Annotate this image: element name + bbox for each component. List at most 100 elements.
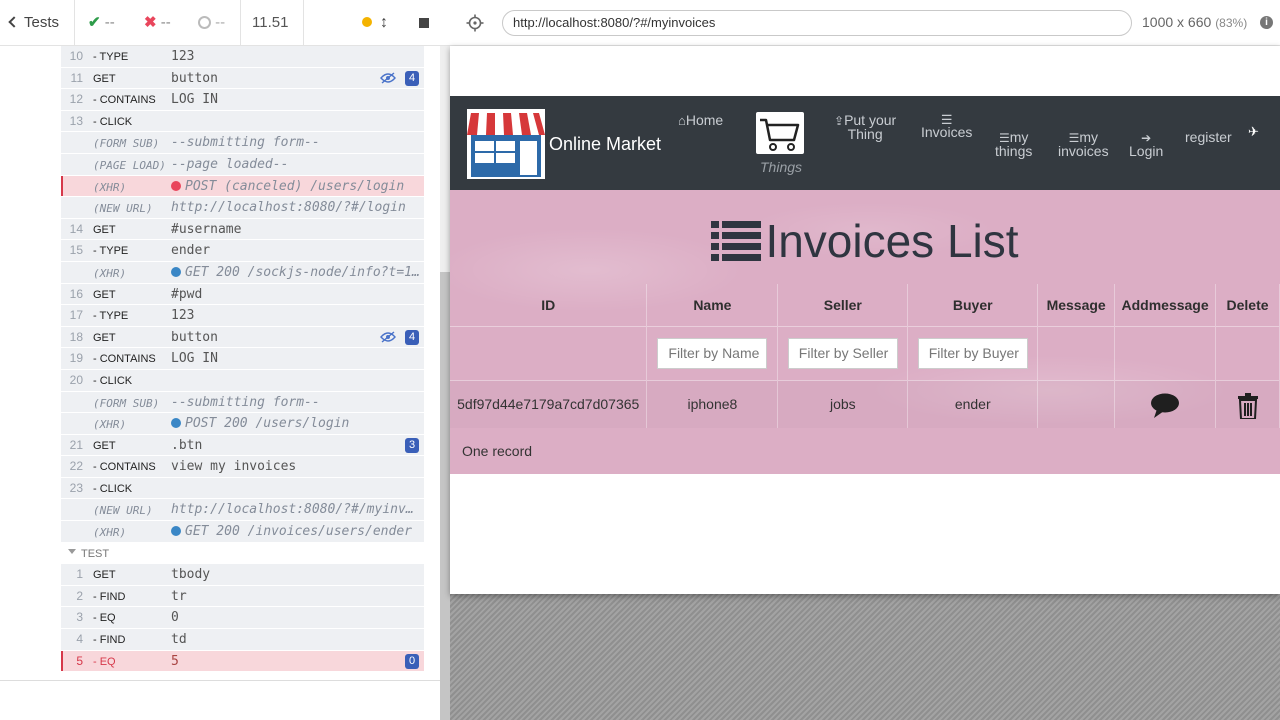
command-message-text: ender: [171, 243, 211, 259]
aut-background: [450, 594, 1280, 720]
command-row[interactable]: 21 GET .btn 3: [61, 434, 424, 457]
command-row[interactable]: 2 - FIND tr: [61, 585, 424, 608]
things-cart-button[interactable]: [756, 112, 804, 154]
command-row[interactable]: 23 - CLICK: [61, 477, 424, 500]
filter-name-input[interactable]: [657, 337, 768, 369]
command-message: --submitting form--: [171, 395, 421, 410]
element-count-badge: 3: [405, 437, 419, 453]
command-name: (XHR): [93, 180, 127, 194]
viewport-size: 1000 x 660: [1142, 14, 1212, 30]
invoices-table: ID Name Seller Buyer Message Addmessage …: [450, 284, 1280, 428]
command-message: 0: [171, 610, 421, 625]
auto-scroll-toggle-icon[interactable]: ↕: [380, 0, 388, 46]
col-header-id[interactable]: ID: [450, 284, 648, 326]
eye-slash-icon: [380, 72, 396, 84]
home-icon: ⌂: [678, 113, 686, 128]
table-header-row: ID Name Seller Buyer Message Addmessage …: [450, 284, 1280, 326]
nav-put-line2: Thing: [847, 126, 883, 142]
command-row[interactable]: 12 - CONTAINS LOG IN: [61, 89, 424, 111]
command-message: 5: [171, 654, 421, 669]
command-event-row[interactable]: (NEW URL) http://localhost:8080/?#/login: [61, 197, 424, 219]
chevron-left-icon: [8, 16, 20, 28]
command-row[interactable]: 20 - CLICK: [61, 369, 424, 392]
command-row[interactable]: 18 GET button 4: [61, 326, 424, 349]
info-icon[interactable]: i: [1260, 16, 1273, 29]
x-icon: ✖: [144, 14, 157, 31]
command-row[interactable]: 19 - CONTAINS LOG IN: [61, 348, 424, 370]
nav-my-things-line2: things: [995, 143, 1033, 159]
upload-icon: ⇪: [834, 114, 845, 128]
command-number: 21: [69, 437, 83, 452]
col-header-addmessage[interactable]: Addmessage: [1114, 284, 1217, 326]
test-section-label[interactable]: TEST: [61, 542, 424, 565]
command-row[interactable]: 16 GET #pwd: [61, 283, 424, 306]
col-header-buyer[interactable]: Buyer: [907, 284, 1039, 326]
command-row[interactable]: 4 - FIND td: [61, 629, 424, 651]
shop-logo-icon[interactable]: [467, 109, 545, 179]
nav-login[interactable]: ➔ Login: [1129, 131, 1163, 159]
col-header-delete[interactable]: Delete: [1215, 284, 1280, 326]
comment-icon[interactable]: [1150, 393, 1180, 419]
nav-home-label: Home: [685, 112, 724, 128]
filter-seller-input[interactable]: [787, 337, 898, 369]
trash-icon[interactable]: [1237, 393, 1259, 421]
nav-invoices[interactable]: ☰ Invoices: [921, 113, 972, 139]
filter-buyer-input[interactable]: [917, 337, 1028, 369]
command-row[interactable]: 11 GET button 4: [61, 67, 424, 90]
element-count-badge: 0: [405, 653, 419, 669]
pin-icon[interactable]: ✈: [1248, 125, 1259, 138]
filter-row: [450, 325, 1280, 380]
command-name: - CLICK: [93, 115, 133, 128]
selector-playground-icon[interactable]: [466, 14, 484, 37]
command-event-row[interactable]: (XHR) GET 200 /invoices/users/ender: [61, 521, 424, 543]
command-row[interactable]: 15 - TYPE ender: [61, 240, 424, 262]
command-message-text: view my invoices: [171, 459, 297, 475]
nav-my-things[interactable]: ☰my things: [995, 130, 1033, 159]
command-number: 1: [76, 567, 83, 582]
url-bar[interactable]: http://localhost:8080/?#/myinvoices: [502, 10, 1132, 36]
back-to-tests-button[interactable]: Tests: [8, 0, 59, 46]
command-row[interactable]: 3 - EQ 0: [61, 607, 424, 630]
command-message: POST (canceled) /users/login: [171, 179, 421, 194]
command-message: 123: [171, 49, 421, 64]
command-name: - FIND: [93, 590, 126, 603]
command-name: - CONTAINS: [93, 353, 156, 366]
brand-name[interactable]: Online Market: [549, 134, 661, 155]
col-header-seller[interactable]: Seller: [777, 284, 909, 326]
command-row[interactable]: 14 GET #username: [61, 218, 424, 241]
nav-home[interactable]: ⌂Home: [678, 112, 724, 128]
command-row[interactable]: 17 - TYPE 123: [61, 305, 424, 327]
command-message-text: --submitting form--: [171, 394, 320, 410]
command-row[interactable]: 10 - TYPE 123: [61, 46, 424, 68]
command-row[interactable]: 1 GET tbody: [61, 564, 424, 586]
command-number: 12: [69, 92, 83, 107]
reporter-scroll-thumb[interactable]: [440, 272, 450, 720]
nav-put-thing[interactable]: ⇪Put your Thing: [834, 113, 896, 142]
hook-commands: 10 - TYPE 123 11 GET button 4 12 - CONTAINS LOG I…: [61, 46, 424, 543]
command-row[interactable]: 22 - CONTAINS view my invoices: [61, 456, 424, 478]
command-row[interactable]: 5 - EQ 5 0: [61, 650, 424, 673]
command-event-row[interactable]: (FORM SUB) --submitting form--: [61, 132, 424, 154]
command-event-row[interactable]: (XHR) POST 200 /users/login: [61, 413, 424, 435]
command-event-row[interactable]: (NEW URL) http://localhost:8080/?#/myinvo…: [61, 499, 424, 522]
command-event-row[interactable]: (PAGE LOAD) --page loaded--: [61, 153, 424, 176]
command-number: 10: [69, 49, 83, 63]
command-name: (NEW URL): [93, 202, 153, 216]
stop-button[interactable]: [419, 0, 429, 46]
command-number: 15: [69, 243, 83, 258]
nav-my-invoices[interactable]: ☰my invoices: [1058, 130, 1109, 158]
col-header-name[interactable]: Name: [646, 284, 779, 326]
command-message-text: button: [171, 329, 218, 345]
command-name: GET: [93, 569, 116, 582]
col-header-message[interactable]: Message: [1037, 284, 1116, 326]
command-event-row[interactable]: (XHR) POST (canceled) /users/login: [61, 175, 424, 198]
command-row[interactable]: 13 - CLICK: [61, 110, 424, 133]
nav-register[interactable]: register: [1185, 130, 1232, 144]
nav-invoices-label: Invoices: [921, 124, 973, 140]
command-event-row[interactable]: (XHR) GET 200 /sockjs-node/info?t=157…: [61, 261, 424, 284]
command-event-row[interactable]: (FORM SUB) --submitting form--: [61, 391, 424, 414]
nav-things-label[interactable]: Things: [760, 159, 802, 175]
duration: 11.51: [252, 14, 289, 31]
command-number: 3: [76, 610, 83, 625]
command-message: --page loaded--: [171, 157, 421, 172]
